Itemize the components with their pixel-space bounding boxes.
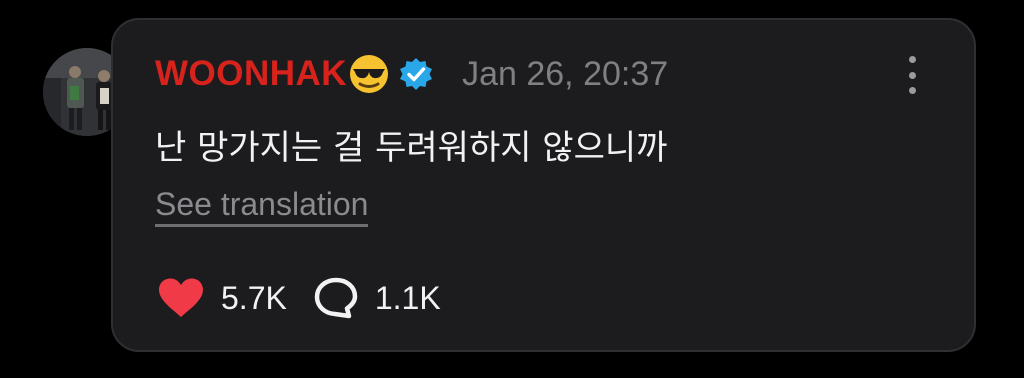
more-vertical-icon: [908, 56, 916, 63]
reply-button[interactable]: 1.1K: [313, 276, 441, 320]
more-options-button[interactable]: [904, 56, 920, 94]
reply-count: 1.1K: [374, 279, 441, 316]
sunglasses-emoji-icon: [348, 53, 390, 95]
verified-icon: [398, 56, 434, 92]
timestamp: Jan 26, 20:37: [462, 54, 669, 93]
like-count: 5.7K: [221, 279, 287, 316]
comment-header: WOONHAK Jan 26, 20:37: [155, 50, 668, 98]
like-button[interactable]: 5.7K: [157, 277, 287, 319]
heart-icon: [157, 277, 205, 319]
comment-text: 난 망가지는 걸 두려워하지 않으니까: [155, 128, 668, 168]
username[interactable]: WOONHAK: [155, 54, 347, 94]
comment-bubble-icon: [313, 276, 359, 320]
comment-card: WOONHAK Jan 26, 20:37 난 망가지는 걸 두려워하지 않으니…: [111, 18, 976, 352]
comment-actions: 5.7K 1.1K: [157, 276, 441, 320]
see-translation-link[interactable]: See translation: [155, 186, 369, 227]
